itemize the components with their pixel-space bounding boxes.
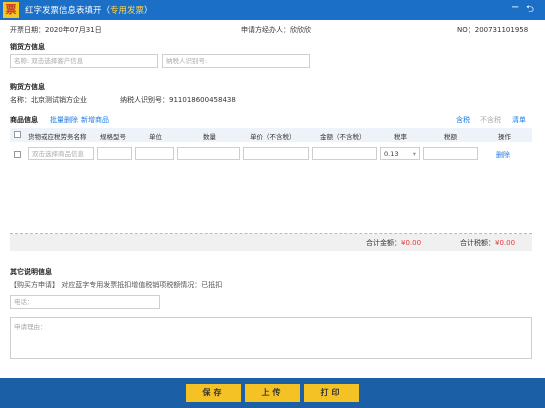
item-name-input[interactable]: 双击选择商品信息	[28, 147, 94, 160]
chevron-down-icon: ▾	[412, 150, 416, 158]
select-all-checkbox[interactable]	[14, 131, 21, 138]
title-bar: 票 红字发票信息表填开（专用发票） − ⮌	[0, 0, 545, 20]
tax-rate-select[interactable]: 0.13 ▾	[380, 147, 420, 160]
buyer-taxid: 纳税人识别号：911018600458438	[120, 96, 236, 104]
title-highlight: 专用发票	[110, 6, 145, 16]
upload-button[interactable]: 上传	[245, 384, 300, 402]
seller-taxid-input[interactable]: 纳税人识别号:	[162, 54, 310, 68]
total-tax-value: ¥0.00	[495, 239, 516, 247]
item-quantity-input[interactable]	[177, 147, 240, 160]
title-prefix: 红字发票信息表填开（	[25, 6, 111, 16]
item-unit-price-input[interactable]	[243, 147, 309, 160]
phone-input[interactable]: 电话：	[10, 295, 160, 309]
goods-table-body: 双击选择商品信息 0.13 ▾ 删除	[10, 142, 532, 234]
delete-row-link[interactable]: 删除	[496, 150, 510, 160]
back-icon[interactable]: ⮌	[526, 2, 534, 19]
buyer-name: 名称：北京测试销方企业	[10, 96, 87, 104]
total-tax: 合计税额：¥0.00	[460, 238, 515, 248]
col-spec: 规格型号	[100, 133, 126, 141]
col-amount: 金额（不含税）	[320, 133, 366, 141]
row-checkbox[interactable]	[14, 151, 21, 158]
item-amount-input[interactable]	[312, 147, 377, 160]
total-tax-label: 合计税额：	[460, 239, 495, 247]
col-unit-price: 单价（不含税）	[250, 133, 296, 141]
add-item-link[interactable]: 新增商品	[81, 115, 109, 125]
other-section-title: 其它说明信息	[10, 268, 52, 276]
col-unit: 单位	[149, 133, 162, 141]
window-title: 红字发票信息表填开（专用发票）	[25, 4, 153, 16]
title-suffix: ）	[144, 6, 153, 16]
applicant: 申请方经办人：欣欣欣	[241, 26, 311, 34]
minimize-icon[interactable]: −	[511, 2, 519, 13]
tax-rate-value: 0.13	[384, 150, 399, 158]
item-unit-input[interactable]	[135, 147, 174, 160]
seller-section-title: 销货方信息	[10, 43, 45, 51]
item-spec-input[interactable]	[97, 147, 132, 160]
totals-bar: 合计金额：¥0.00 合计税额：¥0.00	[10, 234, 532, 251]
batch-delete-link[interactable]: 批量删除	[50, 115, 78, 125]
save-button[interactable]: 保存	[186, 384, 241, 402]
goods-section-title: 商品信息	[10, 116, 38, 124]
other-note: 【购买方申请】 对应蓝字专用发票抵扣增值税销项税额情况：已抵扣	[10, 281, 223, 289]
total-amount-label: 合计金额：	[366, 239, 401, 247]
col-tax-amount: 税额	[444, 133, 457, 141]
footer-bar: 保存 上传 打印	[0, 378, 545, 408]
col-tax-rate: 税率	[394, 133, 407, 141]
buyer-section-title: 购货方信息	[10, 83, 45, 91]
seller-name-input[interactable]: 名称: 双击选择客户信息	[10, 54, 158, 68]
list-link[interactable]: 清单	[512, 115, 526, 125]
reason-textarea[interactable]: 申请理由：	[10, 317, 532, 359]
goods-table-header: 货物或应税劳务名称 规格型号 单位 数量 单价（不含税） 金额（不含税） 税率 …	[10, 128, 532, 142]
print-button[interactable]: 打印	[304, 384, 359, 402]
invoice-logo-icon: 票	[3, 2, 19, 18]
item-tax-amount-input[interactable]	[423, 147, 478, 160]
total-amount-value: ¥0.00	[401, 239, 422, 247]
tax-included-toggle[interactable]: 含税	[456, 115, 470, 125]
invoice-number: NO：200731101958	[457, 26, 529, 34]
total-amount: 合计金额：¥0.00	[366, 238, 421, 248]
col-name: 货物或应税劳务名称	[28, 133, 87, 141]
tax-excluded-toggle[interactable]: 不含税	[480, 115, 501, 125]
col-quantity: 数量	[203, 133, 216, 141]
col-actions: 操作	[498, 133, 511, 141]
invoice-date: 开票日期：2020年07月31日	[10, 26, 102, 34]
